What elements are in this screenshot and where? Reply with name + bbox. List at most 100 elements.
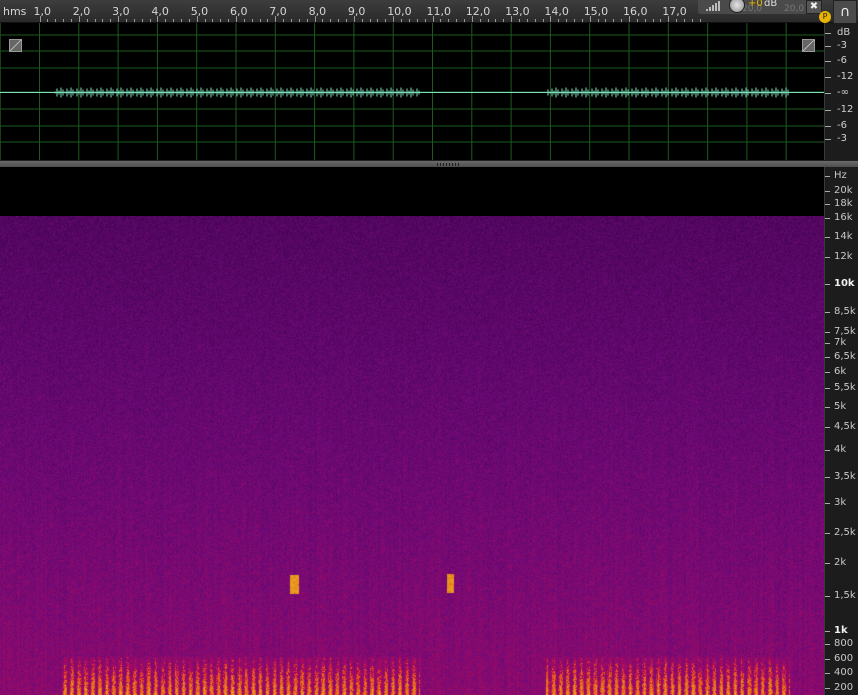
zoom-corner-left-icon[interactable] <box>9 39 22 52</box>
playhead-marker[interactable]: P <box>819 11 831 23</box>
ruler-tick-mark <box>110 19 112 22</box>
ruler-tick-mark <box>597 19 599 22</box>
ruler-tick-mark <box>196 16 198 22</box>
frequency-tick <box>825 673 830 674</box>
ruler-tick-label: 1,0 <box>33 5 52 18</box>
ruler-tick-mark <box>346 19 348 22</box>
headphones-button[interactable]: ∩ <box>833 0 857 24</box>
ruler-tick-mark <box>267 19 269 22</box>
ruler-tick-label: 9,0 <box>347 5 366 18</box>
ruler-tick-mark <box>636 19 638 22</box>
ruler-tick-mark <box>306 19 308 22</box>
ruler-tick-mark <box>487 19 489 22</box>
ruler-tick-mark <box>613 19 615 22</box>
ruler-tick-mark <box>180 19 182 22</box>
ruler-tick-mark <box>463 19 465 22</box>
ruler-tick-mark <box>369 19 371 22</box>
ruler-tick-mark <box>133 19 135 22</box>
waveform-panel[interactable] <box>0 23 824 160</box>
frequency-tick <box>825 284 830 285</box>
ruler-tick-mark <box>676 19 678 22</box>
ruler-tick-mark <box>440 19 442 22</box>
frequency-tick <box>825 596 830 597</box>
frequency-tick <box>825 533 830 534</box>
ruler-tick-mark <box>652 19 654 22</box>
ruler-tick-mark <box>275 16 277 22</box>
ruler-tick-mark <box>94 19 96 22</box>
ruler-tick-mark <box>691 19 693 22</box>
ruler-tick-mark <box>55 19 57 22</box>
ruler-tick-mark <box>401 19 403 22</box>
frequency-label: 2,5k <box>834 527 856 538</box>
frequency-tick <box>825 427 830 428</box>
frequency-tick <box>825 218 830 219</box>
ruler-tick-mark <box>251 19 253 22</box>
ruler-tick-mark <box>361 19 363 22</box>
ruler-tick-mark <box>511 16 513 22</box>
frequency-tick <box>825 631 830 632</box>
frequency-label: 2k <box>834 557 847 568</box>
frequency-tick <box>825 191 830 192</box>
frequency-tick <box>825 357 830 358</box>
pin-icon: ✖ <box>809 1 819 12</box>
spectrogram-panel[interactable] <box>0 167 824 695</box>
ruler-tick-label: 10,0 <box>387 5 412 18</box>
frequency-label: 10k <box>834 278 855 289</box>
ruler-tick-mark <box>377 19 379 22</box>
ruler-tick-mark <box>573 19 575 22</box>
zoom-corner-right-icon[interactable] <box>802 39 815 52</box>
ruler-tick-label: 3,0 <box>112 5 130 18</box>
db-scale-tick <box>825 139 831 140</box>
frequency-label: 7,5k <box>834 326 856 337</box>
ruler-tick-mark <box>471 16 473 22</box>
ruler-tick-mark <box>86 19 88 22</box>
ruler-tick-mark <box>165 19 167 22</box>
frequency-tick <box>825 659 830 660</box>
frequency-label: 5k <box>834 401 847 412</box>
ruler-unit-label: hms <box>3 5 27 18</box>
ruler-tick-mark <box>526 19 528 22</box>
ruler-tick-label: 4,0 <box>151 5 169 18</box>
frequency-tick <box>825 332 830 333</box>
db-scale-tick <box>825 61 831 62</box>
frequency-tick <box>825 688 830 689</box>
ruler-tick-mark <box>432 16 434 22</box>
ruler-tick-label: 5,0 <box>190 5 209 18</box>
frequency-label: 200 <box>834 682 854 693</box>
frequency-tick <box>825 343 830 344</box>
ruler-tick-mark <box>298 19 300 22</box>
frequency-tick <box>825 257 830 258</box>
ruler-tick-mark <box>660 19 662 22</box>
frequency-scale: Hz 20k 18k 16k 14k 12k 10k 8,5k 7,5k 7k 6,5k 6k 5,5k… <box>824 167 858 695</box>
ruler-tick-mark <box>644 19 646 22</box>
db-scale-tick <box>825 77 831 78</box>
ruler-tick-mark <box>503 19 505 22</box>
frequency-label: 1,5k <box>834 590 856 601</box>
frequency-tick <box>825 450 830 451</box>
ruler-tick-mark <box>212 19 214 22</box>
frequency-label: 3k <box>834 497 847 508</box>
ruler-tick-mark <box>63 19 65 22</box>
ruler-tick-mark <box>291 19 293 22</box>
frequency-tick <box>825 503 830 504</box>
ruler-tick-mark <box>385 19 387 22</box>
frequency-label: 20k <box>834 185 853 196</box>
volume-control[interactable]: 20,0 +0 dB 20,0 <box>698 0 820 14</box>
ruler-tick-mark <box>125 19 127 22</box>
ruler-tick-mark <box>102 19 104 22</box>
ruler-tick-mark <box>173 19 175 22</box>
ruler-tick-label: 14,0 <box>544 5 569 18</box>
db-scale-tick <box>825 126 831 127</box>
ruler-tick-mark <box>118 16 120 22</box>
db-scale-tick <box>825 33 831 34</box>
ruler-tick-mark <box>228 19 230 22</box>
ruler-tick-mark <box>416 19 418 22</box>
ruler-tick-label: 13,0 <box>505 5 530 18</box>
db-scale-label: -3 <box>837 133 847 144</box>
ruler-tick-label: 6,0 <box>230 5 248 18</box>
ruler-tick-label: 11,0 <box>426 5 452 18</box>
pin-button[interactable]: ✖ <box>806 0 822 14</box>
db-scale-label: -∞ <box>837 87 849 98</box>
ruler-tick-mark <box>338 19 340 22</box>
ruler-tick-mark <box>330 19 332 22</box>
